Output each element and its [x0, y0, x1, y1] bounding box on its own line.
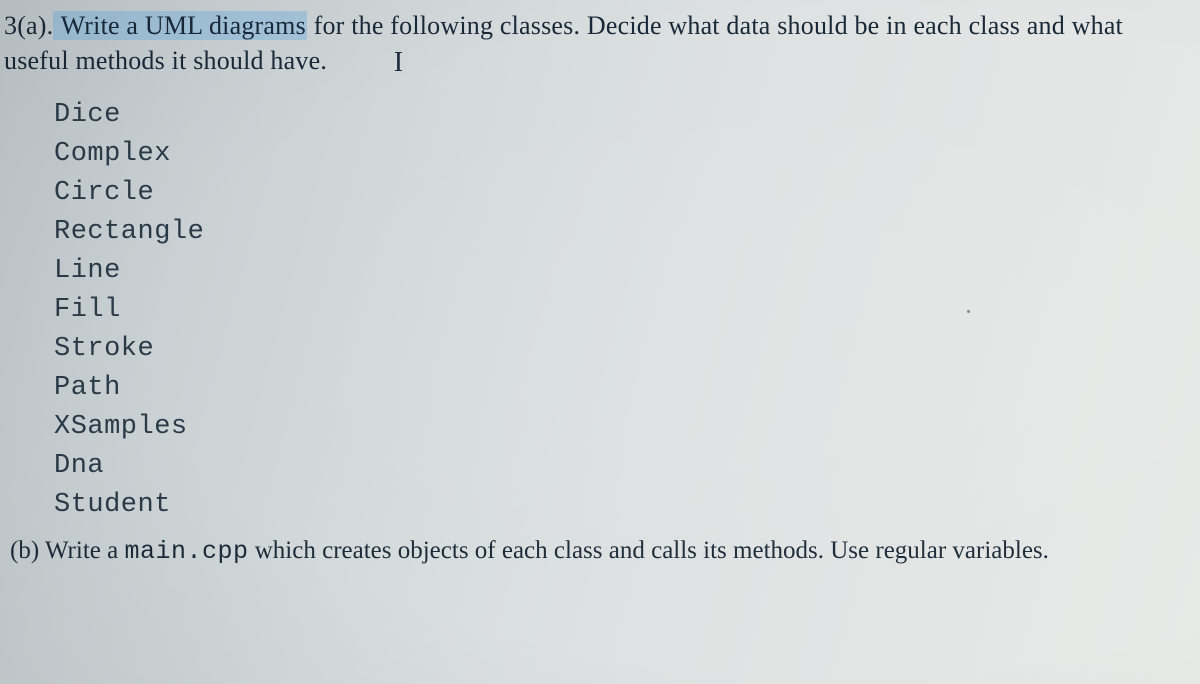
question-3b-before: Write a: [45, 537, 125, 564]
list-item: Stroke: [54, 334, 1192, 364]
question-3b: (b) Write a main.cpp which creates objec…: [10, 534, 1186, 569]
question-3b-after: which creates objects of each class and …: [249, 537, 1049, 564]
list-item: Dna: [54, 451, 1192, 481]
page-content: 3(a). Write a UML diagrams for the follo…: [0, 0, 1200, 569]
list-item: Complex: [54, 139, 1192, 169]
dust-speck-icon: [967, 310, 970, 313]
list-item: XSamples: [54, 412, 1192, 442]
list-item: Rectangle: [54, 217, 1192, 247]
question-3a-label: 3(a).: [4, 11, 53, 40]
question-3b-label: (b): [10, 537, 45, 564]
list-item: Fill: [54, 295, 1192, 325]
list-item: Path: [54, 373, 1192, 403]
list-item: Dice: [54, 100, 1192, 130]
question-3a: 3(a). Write a UML diagrams for the follo…: [4, 8, 1192, 82]
list-item: Circle: [54, 178, 1192, 208]
code-filename: main.cpp: [124, 537, 248, 566]
highlighted-text: Write a UML diagrams: [53, 11, 307, 40]
text-cursor-icon: I: [394, 44, 404, 82]
list-item: Student: [54, 490, 1192, 520]
class-list: Dice Complex Circle Rectangle Line Fill …: [54, 100, 1192, 520]
list-item: Line: [54, 256, 1192, 286]
